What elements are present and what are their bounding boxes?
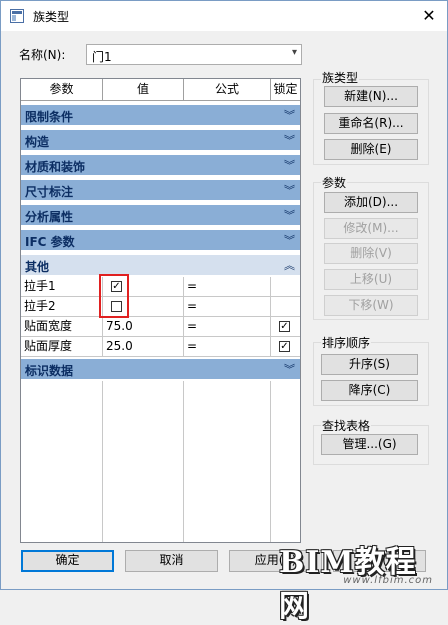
table-row: 拉手1 ✓ = [21, 277, 300, 297]
delete-parameter-button[interactable]: 删除(V) [324, 243, 418, 264]
column-divider [183, 381, 184, 542]
param-formula[interactable]: = [184, 337, 271, 356]
lock-cell[interactable]: ✓ [271, 317, 300, 336]
rename-type-button[interactable]: 重命名(R)... [324, 113, 418, 134]
table-row: 拉手2 = [21, 297, 300, 317]
group-row-dimensions[interactable]: 尺寸标注 ︾ [21, 180, 300, 201]
expand-icon: ︾ [284, 134, 295, 147]
new-type-button[interactable]: 新建(N)... [324, 86, 418, 107]
lookup-tables-title: 查找表格 [321, 417, 372, 434]
group-row-other[interactable]: 其他 ︽ [21, 255, 300, 276]
add-parameter-button[interactable]: 添加(D)... [324, 192, 418, 213]
modify-parameter-button[interactable]: 修改(M)... [324, 218, 418, 239]
expand-icon: ︾ [284, 159, 295, 172]
expand-icon: ︾ [284, 363, 295, 376]
group-label: IFC 参数 [25, 235, 75, 249]
lock-cell [271, 277, 300, 296]
chevron-down-icon: ▾ [291, 47, 297, 58]
group-label: 尺寸标注 [25, 185, 74, 199]
name-label: 名称(N): [19, 48, 66, 62]
expand-icon: ︾ [284, 209, 295, 222]
column-header-parameter[interactable]: 参数 [21, 79, 103, 101]
manage-lookup-button[interactable]: 管理...(G) [321, 434, 418, 455]
parameters-title: 参数 [321, 174, 348, 191]
column-divider [270, 381, 271, 542]
type-name-value: 门1 [92, 50, 112, 64]
param-name: 贴面厚度 [21, 337, 103, 356]
group-row-construction[interactable]: 构造 ︾ [21, 130, 300, 151]
group-label: 分析属性 [25, 210, 74, 224]
param-formula[interactable]: = [184, 297, 271, 316]
column-header-value[interactable]: 值 [103, 79, 184, 101]
move-up-button[interactable]: 上移(U) [324, 269, 418, 290]
column-divider [102, 381, 103, 542]
group-label: 材质和装饰 [25, 160, 86, 174]
watermark-url: www.lfbim.com [343, 575, 433, 586]
param-value[interactable]: 25.0 [103, 337, 184, 356]
group-row-constraints[interactable]: 限制条件 ︾ [21, 105, 300, 126]
group-row-ifc[interactable]: IFC 参数 ︾ [21, 230, 300, 251]
column-header-formula[interactable]: 公式 [184, 79, 271, 101]
table-row: 贴面宽度 75.0 = ✓ [21, 317, 300, 337]
collapse-icon: ︽ [284, 259, 295, 272]
type-name-dropdown[interactable]: 门1 ▾ [86, 44, 302, 65]
lock-cell[interactable]: ✓ [271, 337, 300, 356]
sort-order-title: 排序顺序 [321, 334, 372, 351]
group-label: 标识数据 [25, 364, 74, 378]
expand-icon: ︾ [284, 234, 295, 247]
window-title: 族类型 [33, 10, 70, 24]
parameters-table: 参数 值 公式 锁定 限制条件 ︾ 构造 ︾ 材质和装饰 ︾ 尺寸标注 ︾ 分析属性 ︾ … [20, 78, 301, 543]
family-types-dialog: 族类型 ✕ 名称(N): 门1 ▾ 参数 值 公式 锁定 限制条件 ︾ 构造 ︾ 材… [0, 0, 448, 624]
family-types-title: 族类型 [321, 69, 360, 86]
lock-checkbox-checked[interactable]: ✓ [279, 341, 290, 352]
expand-icon: ︾ [284, 109, 295, 122]
delete-type-button[interactable]: 删除(E) [324, 139, 418, 160]
param-name: 拉手2 [21, 297, 103, 316]
move-down-button[interactable]: 下移(W) [324, 295, 418, 316]
group-label: 其他 [25, 260, 50, 274]
group-label: 构造 [25, 135, 50, 149]
group-label: 限制条件 [25, 110, 74, 124]
param-formula[interactable]: = [184, 317, 271, 336]
ok-button[interactable]: 确定 [21, 550, 114, 572]
lock-cell [271, 297, 300, 316]
app-icon [10, 9, 24, 23]
lock-checkbox-checked[interactable]: ✓ [279, 321, 290, 332]
highlight-annotation [99, 274, 129, 318]
group-row-materials[interactable]: 材质和装饰 ︾ [21, 155, 300, 176]
close-icon[interactable]: ✕ [415, 3, 443, 29]
column-header-lock[interactable]: 锁定 [271, 79, 300, 101]
sort-ascending-button[interactable]: 升序(S) [321, 354, 418, 375]
expand-icon: ︾ [284, 184, 295, 197]
sort-descending-button[interactable]: 降序(C) [321, 380, 418, 401]
param-name: 拉手1 [21, 277, 103, 296]
group-row-identity[interactable]: 标识数据 ︾ [21, 359, 300, 380]
param-value[interactable]: 75.0 [103, 317, 184, 336]
param-name: 贴面宽度 [21, 317, 103, 336]
watermark: BIM教程网 www.lfbim.com [279, 537, 439, 624]
param-formula[interactable]: = [184, 277, 271, 296]
group-row-analytical[interactable]: 分析属性 ︾ [21, 205, 300, 226]
title-bar: 族类型 ✕ [1, 1, 447, 31]
cancel-button[interactable]: 取消 [125, 550, 218, 572]
table-row: 贴面厚度 25.0 = ✓ [21, 337, 300, 357]
